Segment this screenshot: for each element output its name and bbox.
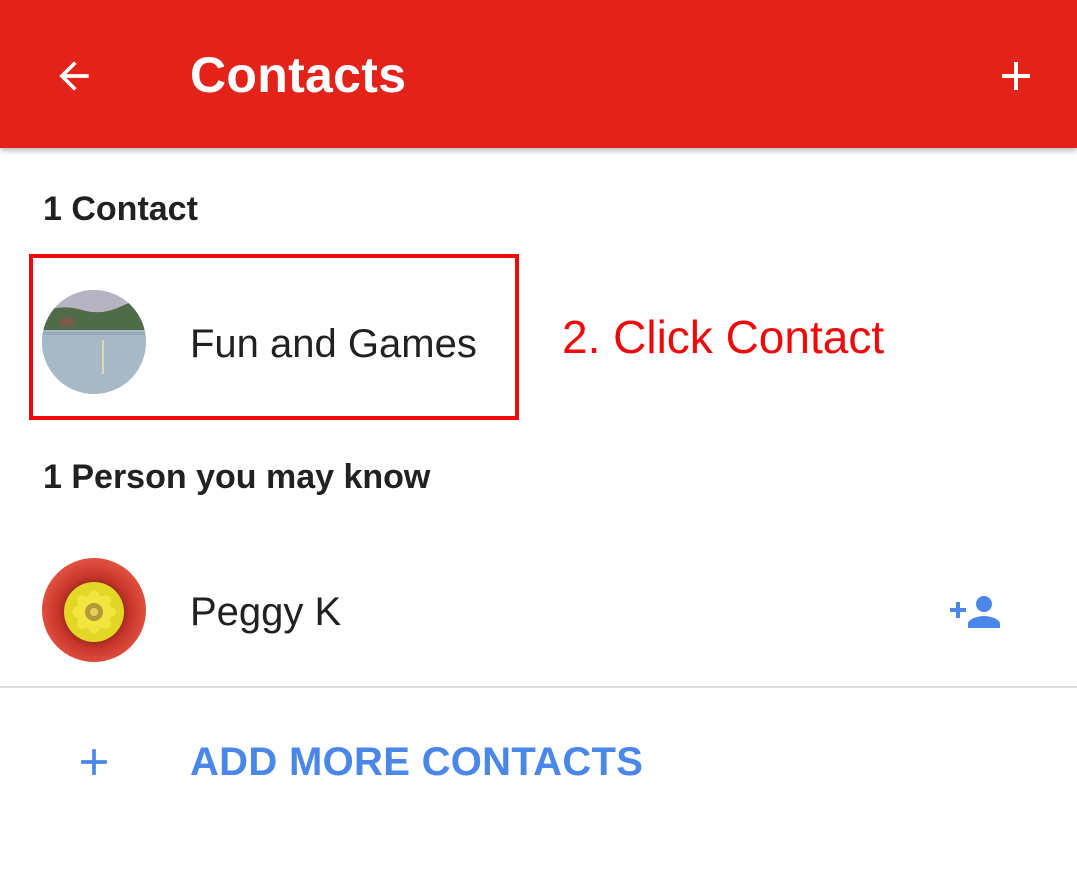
suggestions-section-header: 1 Person you may know: [43, 458, 431, 496]
contact-name: Peggy K: [190, 590, 342, 634]
flower-image: [64, 582, 124, 642]
annotation-text: 2. Click Contact: [562, 311, 885, 363]
add-more-contacts-label: ADD MORE CONTACTS: [190, 740, 644, 784]
annotation-highlight-box: [29, 254, 519, 420]
add-person-button[interactable]: [944, 588, 1006, 636]
add-person-icon: [950, 596, 1000, 628]
app-bar: Contacts: [0, 0, 1077, 148]
plus-icon: [1002, 62, 1030, 90]
add-more-contacts-button[interactable]: ADD MORE CONTACTS: [0, 720, 1077, 810]
back-button[interactable]: [50, 52, 98, 100]
contacts-section-header: 1 Contact: [43, 190, 198, 228]
page-title: Contacts: [190, 47, 407, 103]
divider: [0, 686, 1077, 688]
avatar: [42, 558, 146, 662]
plus-icon: [81, 749, 107, 775]
add-contact-button[interactable]: [990, 50, 1042, 102]
arrow-back-icon: [59, 61, 89, 91]
suggestion-row-peggy-k[interactable]: Peggy K: [0, 558, 1077, 668]
